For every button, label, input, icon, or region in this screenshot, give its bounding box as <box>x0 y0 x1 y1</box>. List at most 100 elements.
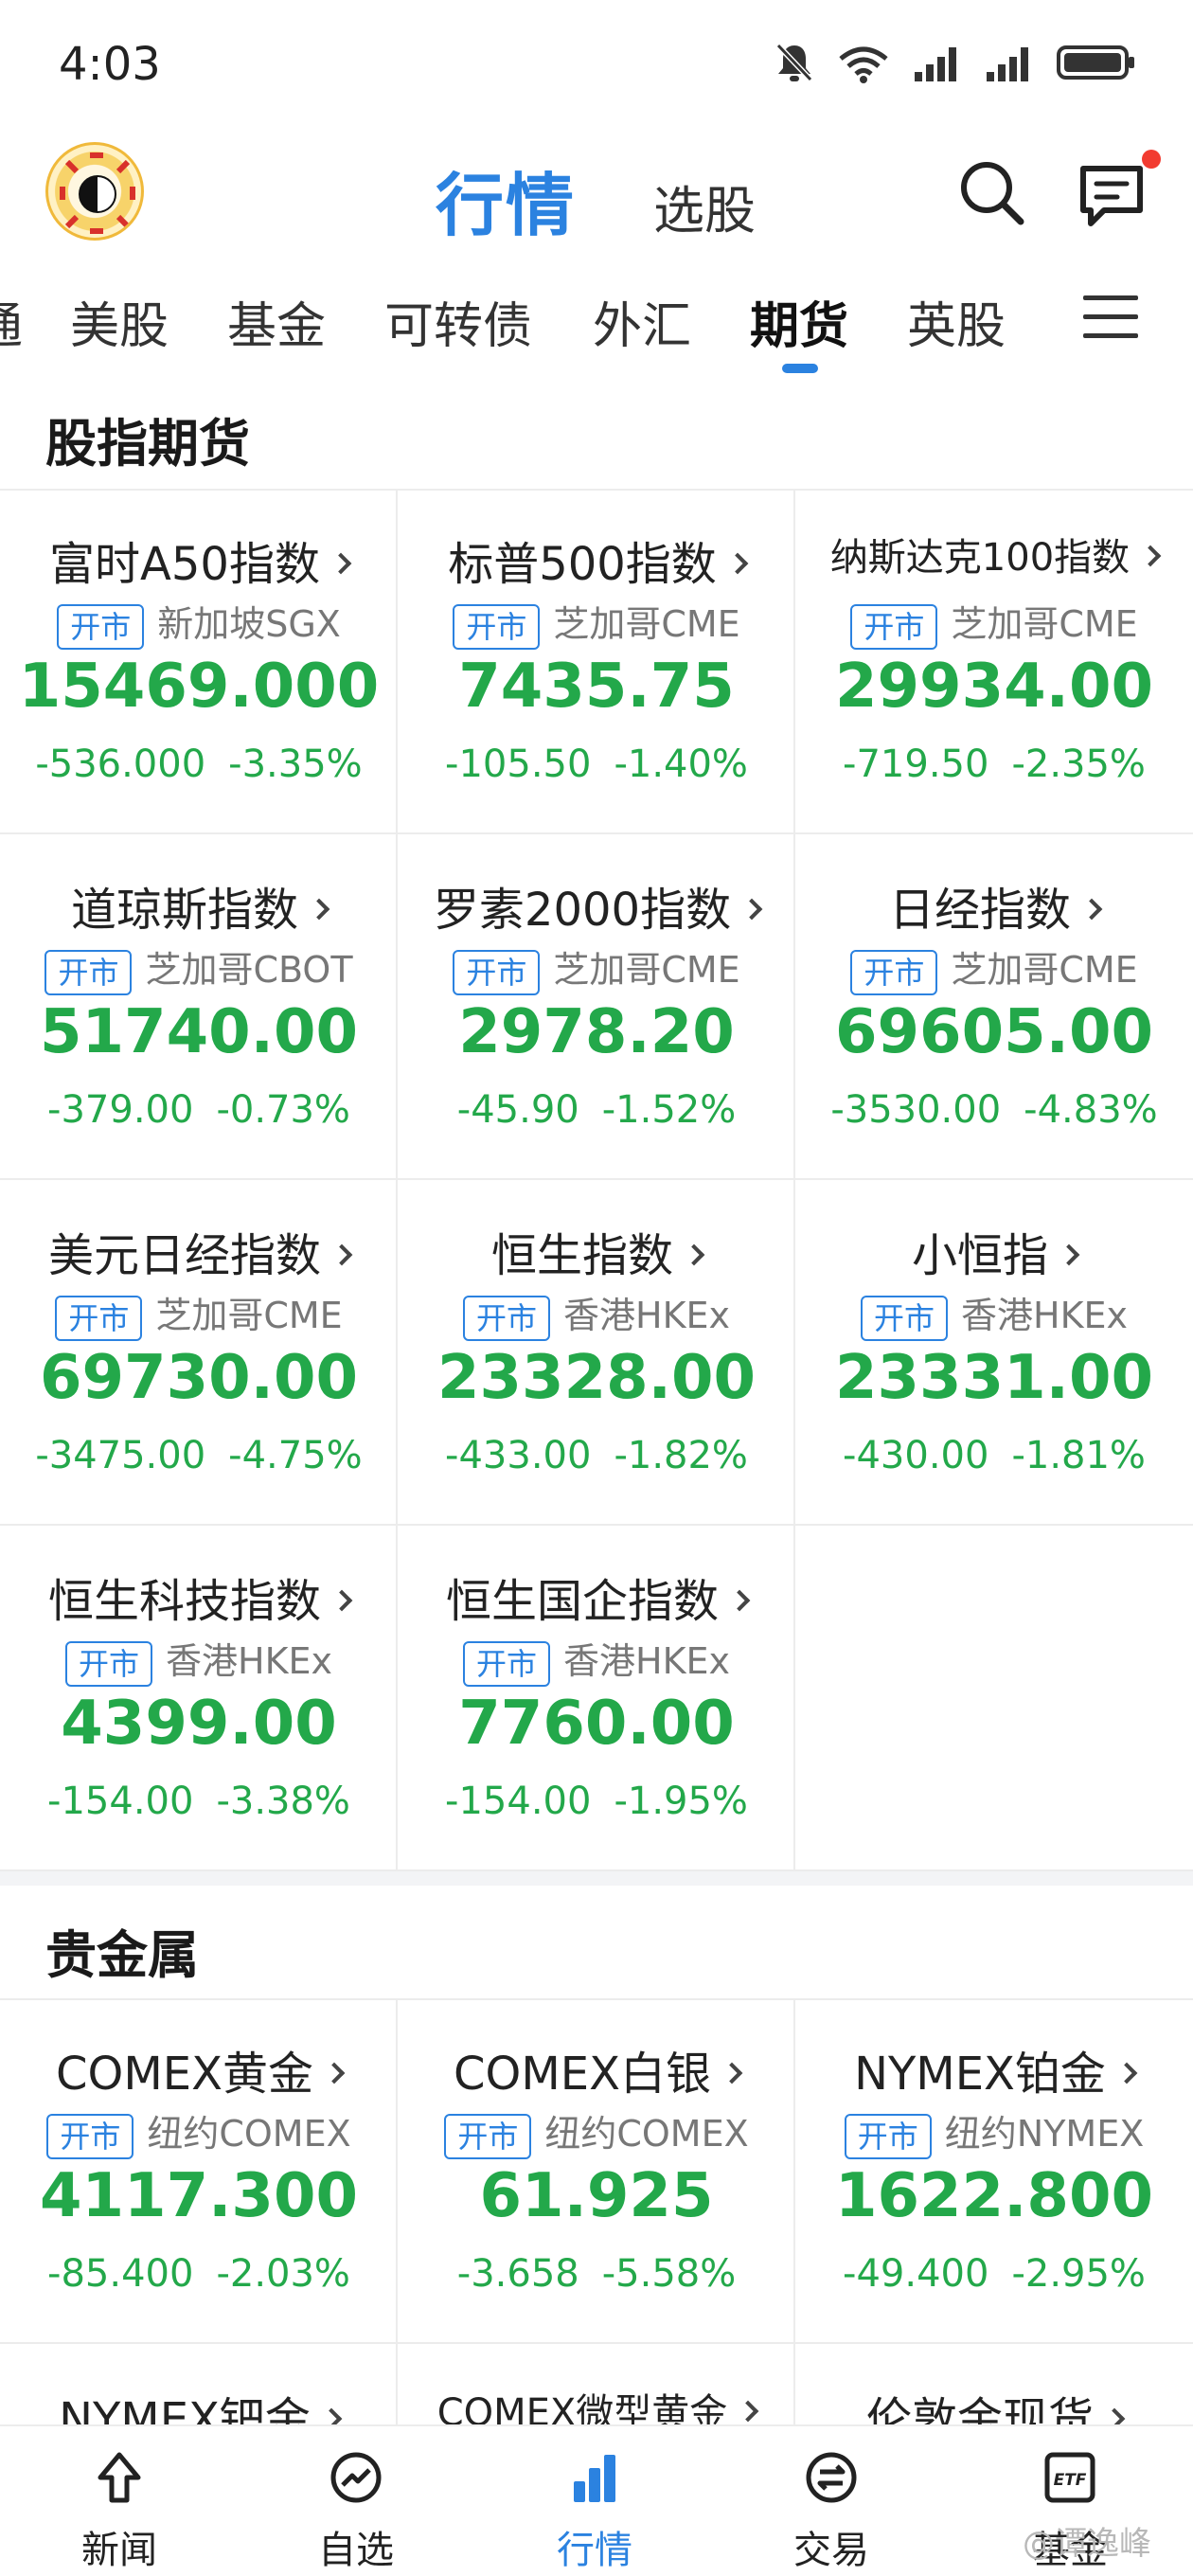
chevron-right-icon <box>308 898 330 921</box>
quote-change: -85.400 <box>47 2252 194 2296</box>
news-icon <box>98 2452 141 2503</box>
chevron-right-icon <box>330 1243 353 1266</box>
section-title-index-futures: 股指期货 <box>45 414 250 474</box>
tab-convertible-bonds[interactable]: 可转债 <box>384 286 532 357</box>
chevron-right-icon <box>1139 545 1162 567</box>
quote-card[interactable]: COMEX白银 开市 纽约COMEX 61.925 -3.658 -5.58% <box>398 1998 795 2344</box>
quote-card[interactable]: 美元日经指数 开市 芝加哥CME 69730.00 -3475.00 -4.75% <box>0 1180 398 1526</box>
quote-change-row: -154.00 -1.95% <box>398 1780 795 1823</box>
quote-price: 29934.00 <box>834 652 1154 722</box>
market-open-badge: 开市 <box>850 603 938 650</box>
exchange-row: 开市 香港HKEx <box>398 1286 795 1341</box>
exchange-name: 纽约COMEX <box>544 2113 749 2155</box>
quote-card[interactable]: 恒生科技指数 开市 香港HKEx 4399.00 -154.00 -3.38% <box>0 1526 398 1871</box>
quote-change-row: -433.00 -1.82% <box>398 1434 795 1477</box>
quote-name: COMEX黄金 <box>0 2036 398 2102</box>
quote-name: 恒生科技指数 <box>0 1564 398 1630</box>
chevron-right-icon <box>683 1243 705 1266</box>
svg-text:ETF: ETF <box>1054 2471 1087 2490</box>
quote-percent: -1.52% <box>601 1088 737 1132</box>
quote-card[interactable]: 纳斯达克100指数 开市 芝加哥CME 29934.00 -719.50 -2.35% <box>795 489 1193 834</box>
quote-name-text: 恒生国企指数 <box>445 1575 719 1628</box>
nav-news[interactable]: 新闻 <box>34 2449 205 2574</box>
quote-price: 7435.75 <box>458 652 735 722</box>
nav-label: 行情 <box>557 2529 632 2572</box>
quote-percent: -1.95% <box>614 1780 748 1823</box>
nav-watchlist[interactable]: 自选 <box>271 2449 441 2574</box>
quote-price: 69605.00 <box>834 997 1154 1067</box>
quote-name-text: 日经指数 <box>888 884 1071 937</box>
tab-forex[interactable]: 外汇 <box>593 286 691 357</box>
chevron-right-icon <box>330 1589 353 1612</box>
nav-trade[interactable]: 交易 <box>746 2449 917 2574</box>
tab-futures[interactable]: 期货 <box>750 286 848 357</box>
section-divider <box>0 1870 1193 1886</box>
quote-card[interactable]: NYMEX铂金 开市 纽约NYMEX 1622.800 -49.400 -2.95% <box>795 1998 1193 2344</box>
exchange-name: 芝加哥CME <box>553 949 740 991</box>
exchange-name: 芝加哥CME <box>951 603 1138 645</box>
quote-card[interactable]: 小恒指 开市 香港HKEx 23331.00 -430.00 -1.81% <box>795 1180 1193 1526</box>
quote-change-row: -154.00 -3.38% <box>0 1780 398 1823</box>
quote-card[interactable]: COMEX黄金 开市 纽约COMEX 4117.300 -85.400 -2.03% <box>0 1998 398 2344</box>
quote-card[interactable]: 罗素2000指数 开市 芝加哥CME 2978.20 -45.90 -1.52% <box>398 834 795 1180</box>
exchange-name: 芝加哥CBOT <box>145 949 353 991</box>
quote-name: 小恒指 <box>795 1218 1193 1284</box>
tab-us-stocks[interactable]: 美股 <box>70 286 169 357</box>
tab-funds[interactable]: 基金 <box>227 286 326 357</box>
quote-change: -3530.00 <box>830 1088 1002 1132</box>
quote-name-text: 标普500指数 <box>448 538 717 591</box>
market-open-badge: 开市 <box>462 1640 550 1687</box>
exchange-row: 开市 纽约COMEX <box>398 2104 795 2159</box>
quote-name-text: 罗素2000指数 <box>433 884 732 937</box>
quote-card[interactable]: 恒生国企指数 开市 香港HKEx 7760.00 -154.00 -1.95% <box>398 1526 795 1871</box>
tab-partial[interactable]: 通 <box>0 286 23 357</box>
chevron-right-icon <box>329 552 352 575</box>
logo-mark <box>90 152 103 158</box>
exchange-row: 开市 香港HKEx <box>0 1632 398 1687</box>
quote-name-text: 美元日经指数 <box>47 1229 321 1282</box>
app-logo[interactable] <box>45 142 144 241</box>
quote-card[interactable]: 标普500指数 开市 芝加哥CME 7435.75 -105.50 -1.40% <box>398 489 795 834</box>
quote-change: -3.658 <box>456 2252 579 2296</box>
signal-icon <box>915 47 956 81</box>
quote-card[interactable]: 恒生指数 开市 香港HKEx 23328.00 -433.00 -1.82% <box>398 1180 795 1526</box>
section-title-precious-metals: 贵金属 <box>45 1925 199 1985</box>
status-icons <box>775 42 1136 83</box>
market-open-badge: 开市 <box>453 949 541 995</box>
market-open-badge: 开市 <box>46 2113 134 2159</box>
menu-icon[interactable] <box>1083 294 1138 339</box>
quote-percent: -5.58% <box>601 2252 737 2296</box>
tab-uk-stocks[interactable]: 英股 <box>907 286 1006 357</box>
quote-price: 61.925 <box>479 2161 714 2231</box>
exchange-row: 开市 纽约COMEX <box>0 2104 398 2159</box>
tab-stock-picker[interactable]: 选股 <box>653 169 756 243</box>
quote-change-row: -85.400 -2.03% <box>0 2252 398 2296</box>
nav-market[interactable]: 行情 <box>509 2449 680 2574</box>
quote-name-text: COMEX黄金 <box>56 2048 313 2101</box>
quote-price: 4399.00 <box>61 1689 337 1759</box>
quote-change: -433.00 <box>445 1434 592 1477</box>
quote-name: 罗素2000指数 <box>398 872 795 939</box>
exchange-row: 开市 芝加哥CBOT <box>0 940 398 995</box>
search-icon[interactable] <box>958 159 1026 227</box>
quote-name: 美元日经指数 <box>0 1218 398 1284</box>
quote-price: 4117.300 <box>39 2161 359 2231</box>
quote-name: 日经指数 <box>795 872 1193 939</box>
quote-price: 1622.800 <box>834 2161 1154 2231</box>
quote-card[interactable]: 富时A50指数 开市 新加坡SGX 15469.000 -536.000 -3.35% <box>0 489 398 834</box>
quote-change: -105.50 <box>445 742 592 786</box>
market-open-badge: 开市 <box>57 603 145 650</box>
quote-card[interactable]: 道琼斯指数 开市 芝加哥CBOT 51740.00 -379.00 -0.73% <box>0 834 398 1180</box>
chevron-right-icon <box>728 1589 751 1612</box>
chevron-right-icon <box>1058 1243 1080 1266</box>
quote-card[interactable]: 日经指数 开市 芝加哥CME 69605.00 -3530.00 -4.83% <box>795 834 1193 1180</box>
quote-name-text: 道琼斯指数 <box>70 884 298 937</box>
nav-label: 交易 <box>793 2529 869 2572</box>
quote-price: 15469.000 <box>18 652 380 722</box>
message-icon[interactable] <box>1076 159 1148 231</box>
exchange-name: 芝加哥CME <box>951 949 1138 991</box>
quote-name-text: 恒生指数 <box>490 1229 673 1282</box>
tab-market-title[interactable]: 行情 <box>436 150 576 249</box>
quote-change: -536.000 <box>35 742 206 786</box>
quote-change-row: -45.90 -1.52% <box>398 1088 795 1132</box>
